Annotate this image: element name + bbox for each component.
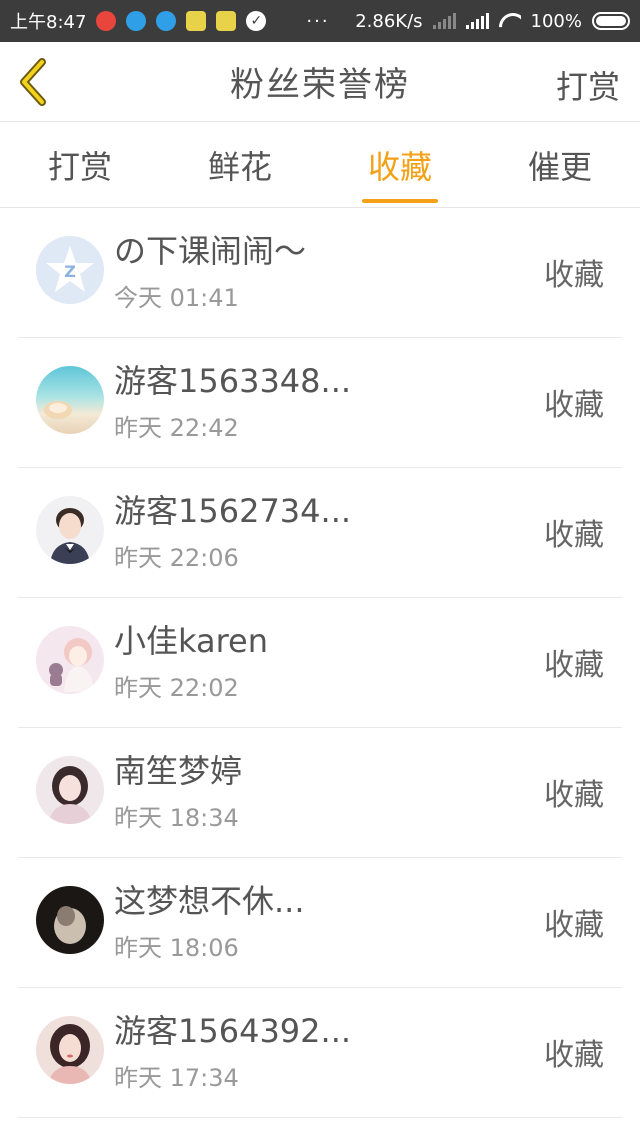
fan-action: 收藏 <box>544 648 604 683</box>
app-notification-icon <box>126 11 147 31</box>
tab-bar: 打赏 鲜花 收藏 催更 <box>0 122 640 208</box>
more-notifications-icon: ··· <box>306 10 330 32</box>
fan-name: 这梦想不休... <box>114 882 305 920</box>
network-speed: 2.86K/s <box>355 10 423 32</box>
list-item[interactable]: 游客1563348... 昨天 22:42 收藏 <box>18 338 622 468</box>
list-item[interactable]: Z の下课闹闹～ 今天 01:41 收藏 <box>18 208 622 338</box>
tab-flowers[interactable]: 鲜花 <box>160 122 320 207</box>
list-item[interactable]: 这梦想不休... 昨天 18:06 收藏 <box>18 858 622 988</box>
fan-action: 收藏 <box>544 908 604 943</box>
fan-name: 游客1564392... <box>114 1012 352 1050</box>
svg-text:Z: Z <box>64 262 76 281</box>
list-item[interactable]: 游客1564392... 昨天 17:34 收藏 <box>18 988 622 1118</box>
fan-name: の下课闹闹～ <box>114 232 307 270</box>
tab-reward[interactable]: 打赏 <box>0 122 160 207</box>
fan-action: 收藏 <box>544 1038 604 1073</box>
fan-action: 收藏 <box>544 258 604 293</box>
fan-time: 昨天 22:02 <box>114 674 239 702</box>
fan-name: 游客1562734... <box>114 492 352 530</box>
app-notification-icon <box>156 11 177 31</box>
check-icon: ✓ <box>246 11 267 31</box>
notification-icons: ✓ <box>96 11 267 31</box>
avatar <box>36 496 104 564</box>
avatar <box>36 756 104 824</box>
avatar <box>36 626 104 694</box>
fan-name: 小佳karen <box>114 622 269 660</box>
list-item[interactable]: 游客1562734... 昨天 22:06 收藏 <box>18 468 622 598</box>
signal-icon <box>432 13 456 29</box>
dark-photo <box>54 906 86 944</box>
fan-time: 昨天 17:34 <box>114 1064 239 1092</box>
fan-time: 昨天 18:06 <box>114 934 239 962</box>
fan-time: 今天 01:41 <box>114 284 239 312</box>
battery-level: 100% <box>530 10 582 32</box>
list-item[interactable]: 小佳karen 昨天 22:02 收藏 <box>18 598 622 728</box>
signal-icon <box>465 13 489 29</box>
fan-time: 昨天 22:42 <box>114 414 239 442</box>
fan-name: 南笙梦婷 <box>114 752 243 790</box>
person-portrait <box>50 508 90 564</box>
person-portrait <box>48 766 92 824</box>
avatar: Z <box>36 236 104 304</box>
person-portrait <box>48 1024 92 1084</box>
page-header: 粉丝荣誉榜 打赏 <box>0 42 640 122</box>
tab-favorites[interactable]: 收藏 <box>320 122 480 207</box>
avatar <box>36 366 104 434</box>
tab-urge-update[interactable]: 催更 <box>480 122 640 207</box>
back-button[interactable] <box>14 58 54 106</box>
battery-icon <box>592 12 630 30</box>
fan-action: 收藏 <box>544 518 604 553</box>
wifi-icon <box>499 13 521 29</box>
list-item[interactable]: 南笙梦婷 昨天 18:34 收藏 <box>18 728 622 858</box>
chat-app-icon <box>186 11 207 31</box>
page-title: 粉丝荣誉榜 <box>230 65 410 105</box>
status-bar: 上午8:47 ✓ ··· 2.86K/s 100% <box>0 0 640 42</box>
fan-list: Z の下课闹闹～ 今天 01:41 收藏 游客1563348... 昨天 22:… <box>0 208 640 1118</box>
avatar <box>36 886 104 954</box>
beach-image <box>44 401 72 419</box>
chat-app-icon <box>216 11 237 31</box>
fan-action: 收藏 <box>544 778 604 813</box>
anime-illustration <box>49 638 94 692</box>
music-app-icon <box>96 11 117 31</box>
fan-time: 昨天 18:34 <box>114 804 239 832</box>
fan-name: 游客1563348... <box>114 362 352 400</box>
fan-time: 昨天 22:06 <box>114 544 239 572</box>
reward-button[interactable]: 打赏 <box>556 62 620 108</box>
chevron-left-icon <box>20 58 46 106</box>
avatar <box>36 1016 104 1084</box>
star-avatar-icon: Z <box>36 236 104 304</box>
status-time: 上午8:47 <box>10 12 87 33</box>
fan-action: 收藏 <box>544 388 604 423</box>
